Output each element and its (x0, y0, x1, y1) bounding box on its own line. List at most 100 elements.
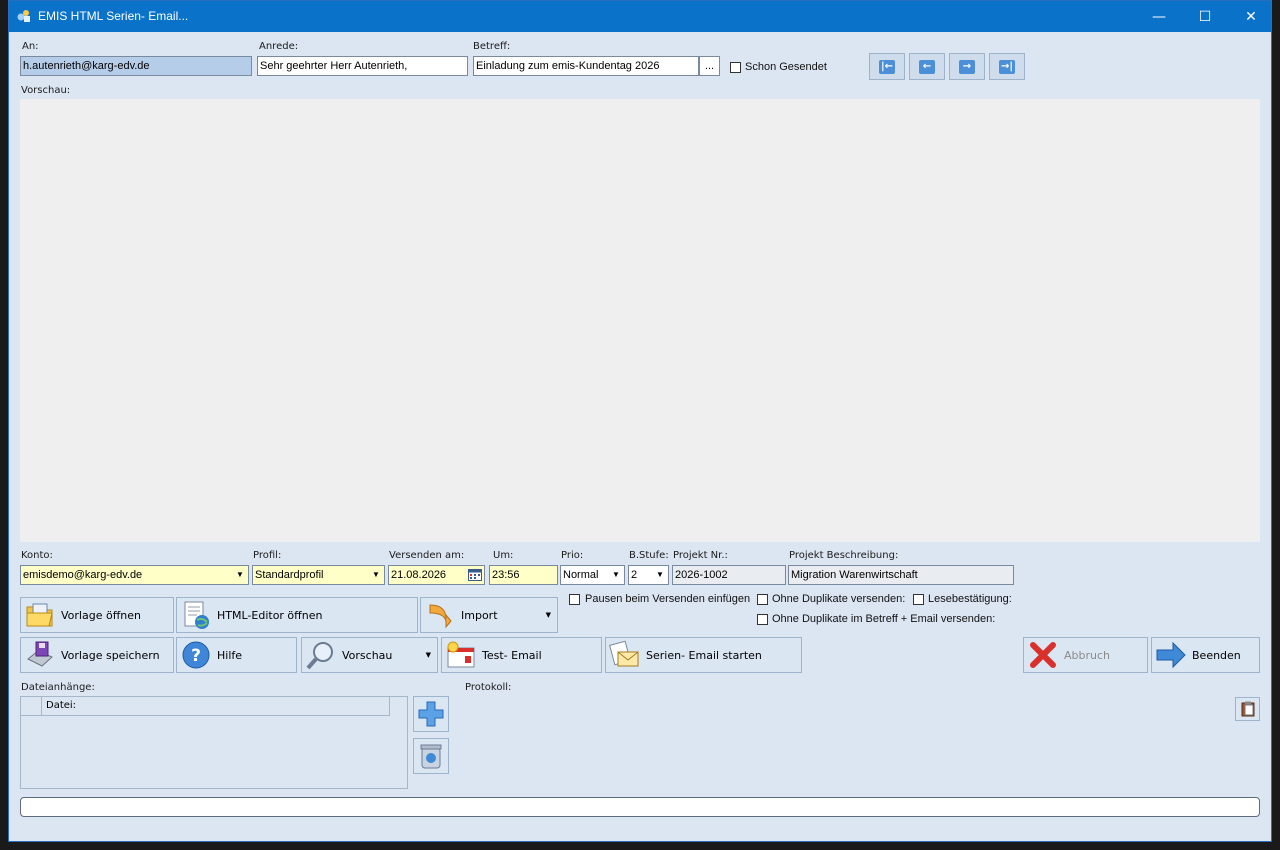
mass-email-icon (609, 640, 639, 667)
projekt-beschreibung-field[interactable]: Migration Warenwirtschaft (788, 565, 1014, 585)
last-record-icon: →| (999, 59, 1015, 74)
vorlage-oeffnen-button[interactable]: Vorlage öffnen (20, 597, 174, 633)
svg-text:?: ? (191, 646, 201, 666)
app-icon (17, 10, 30, 22)
test-email-button[interactable]: Test- Email (441, 637, 602, 673)
schon-gesendet-checkbox[interactable] (730, 62, 741, 73)
beenden-label: Beenden (1192, 648, 1241, 662)
anrede-field[interactable]: Sehr geehrter Herr Autenrieth, (257, 56, 468, 76)
vorschau-label: Vorschau: (21, 85, 71, 96)
test-email-label: Test- Email (482, 648, 542, 662)
nav-next-button[interactable]: → (949, 53, 985, 80)
plus-icon (418, 701, 444, 727)
html-editor-button[interactable]: HTML-Editor öffnen (176, 597, 418, 633)
minimize-button[interactable]: — (1136, 1, 1182, 32)
row-header-cell (21, 697, 42, 715)
ohne-duplikate-checkbox[interactable] (757, 594, 768, 605)
save-disk-icon (27, 641, 53, 667)
dateianhaenge-label: Dateianhänge: (21, 682, 95, 693)
hilfe-button[interactable]: ? Hilfe (176, 637, 297, 673)
an-label: An: (22, 41, 39, 52)
chevron-down-icon: ▼ (425, 651, 431, 659)
um-label: Um: (493, 550, 514, 561)
chevron-down-icon: ▼ (236, 570, 244, 579)
maximize-button[interactable]: ☐ (1182, 1, 1228, 32)
abbruch-button[interactable]: Abbruch (1023, 637, 1148, 673)
vorschau-button-label: Vorschau (342, 648, 393, 662)
next-record-icon: → (959, 59, 975, 74)
chevron-down-icon: ▼ (656, 570, 664, 579)
versenden-date-field[interactable]: 21.08.2026 (388, 565, 485, 585)
protokoll-label: Protokoll: (465, 682, 512, 693)
betreff-browse-button[interactable]: ... (699, 56, 720, 76)
remove-attachment-button[interactable] (413, 738, 449, 774)
konto-label: Konto: (21, 550, 53, 561)
projekt-nr-field[interactable]: 2026-1002 (672, 565, 786, 585)
hilfe-label: Hilfe (217, 648, 243, 662)
chevron-down-icon: ▼ (372, 570, 380, 579)
magnifier-icon (306, 642, 333, 670)
preview-pane[interactable] (20, 99, 1260, 542)
um-time-field[interactable]: 23:56 (489, 565, 558, 585)
test-email-icon (447, 641, 475, 668)
schon-gesendet-label: Schon Gesendet (745, 61, 827, 73)
bstufe-select[interactable]: 2 ▼ (628, 565, 669, 585)
profil-value: Standardprofil (255, 569, 324, 581)
html-editor-label: HTML-Editor öffnen (217, 608, 323, 622)
progress-bar (20, 797, 1260, 817)
chevron-down-icon: ▼ (612, 570, 620, 579)
calendar-icon[interactable] (468, 568, 482, 581)
clipboard-button[interactable] (1235, 697, 1260, 721)
serien-email-starten-button[interactable]: Serien- Email starten (605, 637, 802, 673)
lesebestaetigung-label: Lesebestätigung: (928, 593, 1012, 605)
vorschau-button[interactable]: Vorschau ▼ (301, 637, 438, 673)
column-header-datei: Datei: (46, 700, 77, 711)
help-icon: ? (182, 641, 210, 669)
vorlage-speichern-button[interactable]: Vorlage speichern (20, 637, 174, 673)
chevron-down-icon: ▼ (545, 611, 551, 619)
main-window: EMIS HTML Serien- Email... — ☐ ✕ An: h.a… (8, 0, 1272, 842)
import-arrow-icon (429, 604, 452, 629)
first-record-icon: |← (879, 59, 895, 74)
pausen-checkbox[interactable] (569, 594, 580, 605)
prio-value: Normal (563, 569, 599, 581)
ohne-duplikate-label: Ohne Duplikate versenden: (772, 593, 906, 605)
bstufe-value: 2 (631, 569, 638, 581)
betreff-label: Betreff: (473, 41, 511, 52)
trash-icon (420, 744, 442, 769)
ohne-duplikate-betreff-checkbox[interactable] (757, 614, 768, 625)
an-field[interactable]: h.autenrieth@karg-edv.de (20, 56, 252, 76)
betreff-field[interactable]: Einladung zum emis-Kundentag 2026 (473, 56, 699, 76)
vorlage-oeffnen-label: Vorlage öffnen (61, 608, 141, 622)
projekt-nr-label: Projekt Nr.: (673, 550, 728, 561)
attachments-table[interactable]: Datei: (20, 696, 408, 789)
cancel-x-icon (1030, 642, 1056, 668)
versenden-label: Versenden am: (389, 550, 465, 561)
prio-select[interactable]: Normal ▼ (560, 565, 625, 585)
ohne-duplikate-betreff-label: Ohne Duplikate im Betreff + Email versen… (772, 613, 996, 625)
close-button[interactable]: ✕ (1228, 1, 1274, 32)
lesebestaetigung-checkbox[interactable] (913, 594, 924, 605)
window-title: EMIS HTML Serien- Email... (38, 9, 189, 23)
nav-prev-button[interactable]: ← (909, 53, 945, 80)
attachments-header: Datei: (21, 697, 390, 716)
nav-first-button[interactable]: |← (869, 53, 905, 80)
prev-record-icon: ← (919, 59, 935, 74)
import-button[interactable]: Import ▼ (420, 597, 558, 633)
bstufe-label: B.Stufe: (629, 550, 669, 561)
vorlage-speichern-label: Vorlage speichern (61, 648, 160, 662)
projekt-beschreibung-label: Projekt Beschreibung: (789, 550, 899, 561)
pausen-label: Pausen beim Versenden einfügen (585, 593, 751, 605)
abbruch-label: Abbruch (1064, 648, 1111, 662)
serien-email-starten-label: Serien- Email starten (646, 648, 762, 662)
exit-arrow-icon (1156, 641, 1186, 669)
konto-select[interactable]: emisdemo@karg-edv.de ▼ (20, 565, 249, 585)
title-bar: EMIS HTML Serien- Email... — ☐ ✕ (9, 1, 1271, 32)
add-attachment-button[interactable] (413, 696, 449, 732)
profil-select[interactable]: Standardprofil ▼ (252, 565, 385, 585)
beenden-button[interactable]: Beenden (1151, 637, 1260, 673)
nav-last-button[interactable]: →| (989, 53, 1025, 80)
prio-label: Prio: (561, 550, 584, 561)
anrede-label: Anrede: (259, 41, 299, 52)
versenden-value: 21.08.2026 (391, 569, 447, 581)
